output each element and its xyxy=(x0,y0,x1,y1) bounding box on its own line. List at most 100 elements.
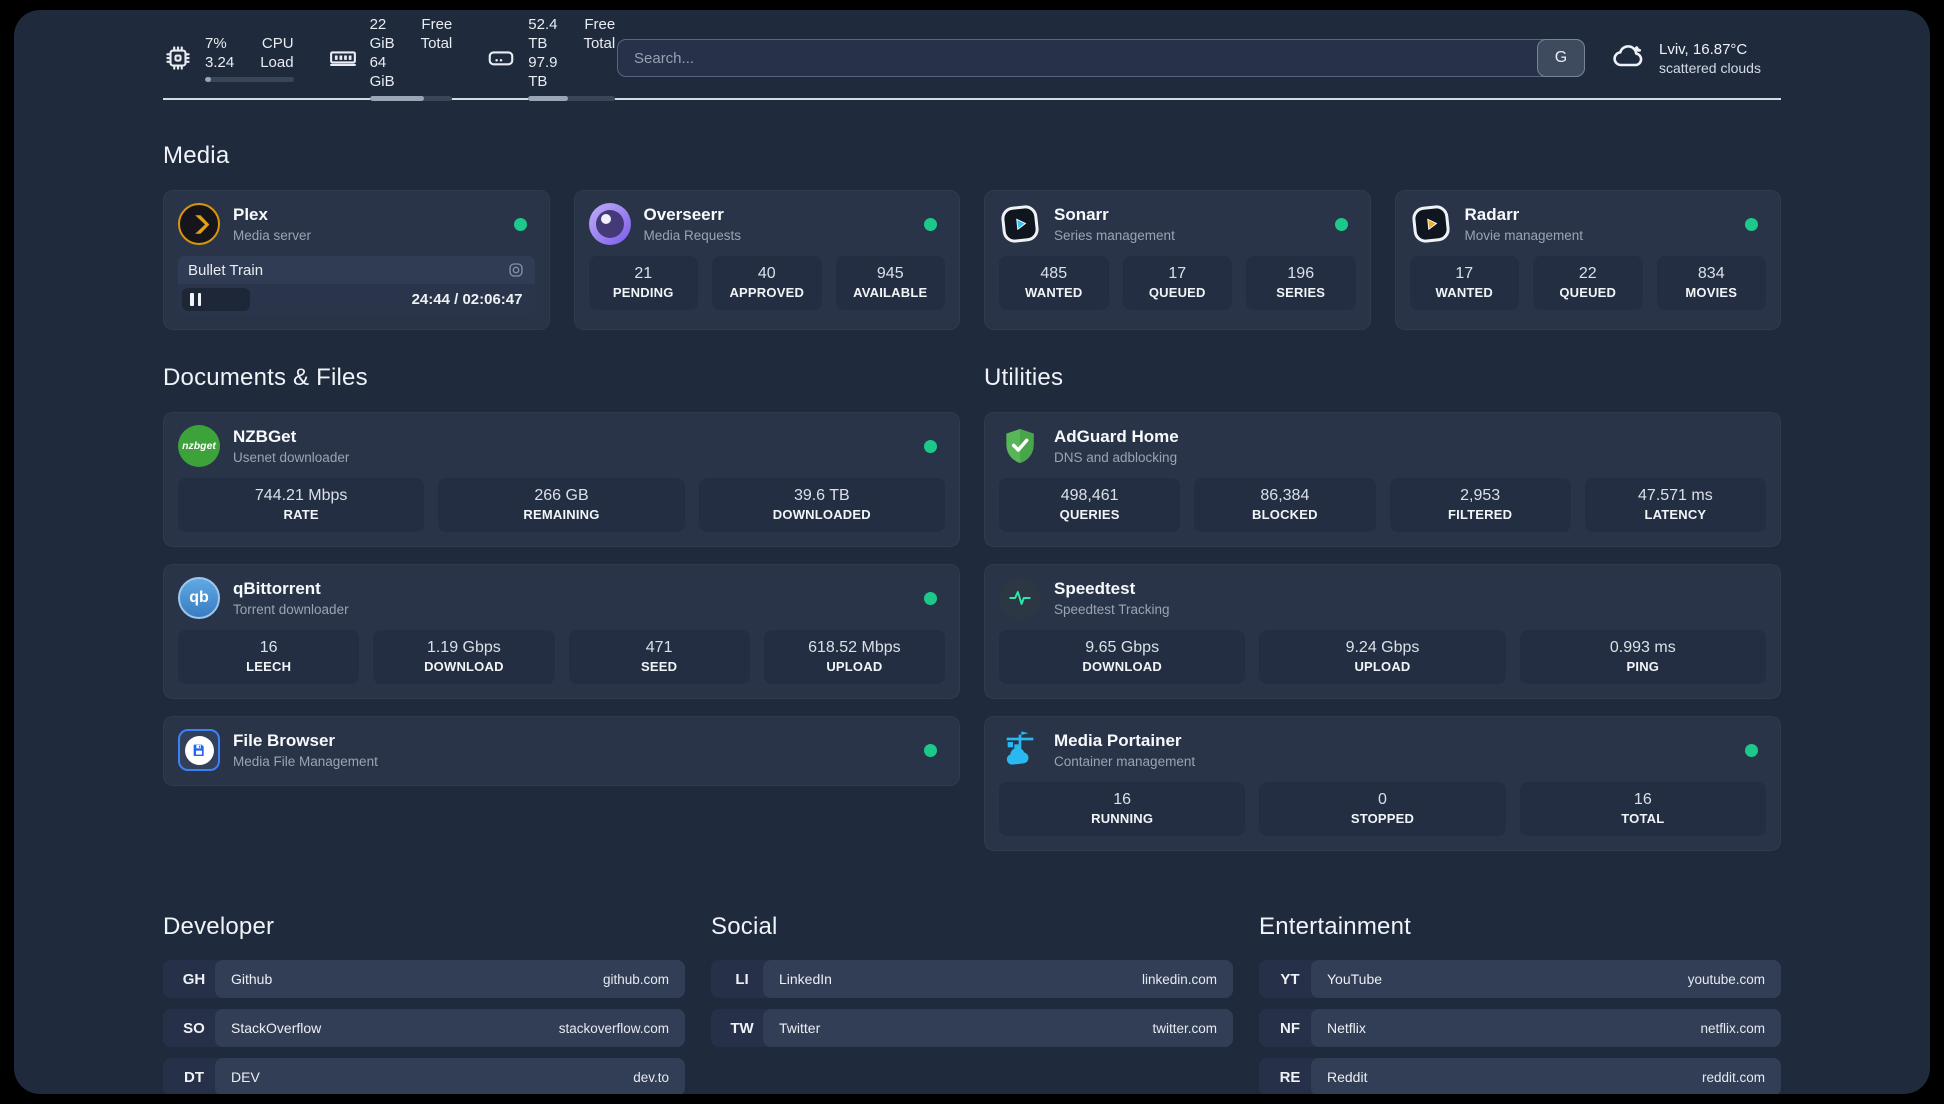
filebrowser-card[interactable]: File Browser Media File Management xyxy=(163,716,960,786)
stat-label: UPLOAD xyxy=(826,659,883,674)
media-section: Media Plex Media server Bullet Train 24:… xyxy=(163,142,1781,330)
speedtest-ping-stat: 0.993 ms PING xyxy=(1519,630,1766,684)
adguard-queries-stat: 498,461 QUERIES xyxy=(999,478,1181,532)
overseerr-card[interactable]: Overseerr Media Requests 21 PENDING 40 A… xyxy=(573,190,960,330)
link-name: Github xyxy=(231,971,273,987)
cpu-usage-value: 7% xyxy=(205,35,227,52)
link-name: StackOverflow xyxy=(231,1020,322,1036)
pause-icon[interactable] xyxy=(190,284,201,315)
qbittorrent-download-stat: 1.19 Gbps DOWNLOAD xyxy=(373,630,555,684)
link-github[interactable]: GH Github github.com xyxy=(163,960,685,998)
radarr-status-indicator xyxy=(1745,217,1758,231)
radarr-movies-stat: 834 MOVIES xyxy=(1656,256,1766,310)
link-stackoverflow[interactable]: SO StackOverflow stackoverflow.com xyxy=(163,1009,685,1047)
portainer-icon xyxy=(999,729,1041,771)
player-settings-icon[interactable] xyxy=(507,261,525,279)
stat-value: 266 GB xyxy=(534,487,589,504)
entertainment-section: Entertainment YT YouTube youtube.com NF … xyxy=(1259,913,1781,1094)
stat-label: WANTED xyxy=(1435,285,1494,300)
stat-value: 47.571 ms xyxy=(1638,487,1713,504)
stat-value: 9.65 Gbps xyxy=(1085,639,1160,656)
portainer-running-stat: 16 RUNNING xyxy=(999,782,1246,836)
nzbget-remaining-stat: 266 GB REMAINING xyxy=(438,478,685,532)
search-input[interactable] xyxy=(617,39,1585,77)
stat-label: LATENCY xyxy=(1644,507,1707,522)
link-reddit[interactable]: RE Reddit reddit.com xyxy=(1259,1058,1781,1094)
radarr-icon xyxy=(1410,203,1452,245)
memory-stat: 22 GiB 64 GiB Free Total xyxy=(328,15,453,101)
stat-label: PENDING xyxy=(612,285,674,300)
adguard-description: DNS and adblocking xyxy=(1054,450,1178,465)
sonarr-card[interactable]: Sonarr Series management 485 WANTED 17 Q… xyxy=(984,190,1371,330)
stat-value: 471 xyxy=(645,639,673,656)
cpu-usage-label: CPU xyxy=(261,35,294,52)
adguard-name: AdGuard Home xyxy=(1054,427,1179,446)
weather-location: Lviv, 16.87°C xyxy=(1659,40,1748,58)
stat-value: 16 xyxy=(1633,791,1652,808)
stat-value: 16 xyxy=(259,639,278,656)
memory-progress-track xyxy=(369,96,453,101)
stat-value: 17 xyxy=(1455,265,1474,282)
plex-name: Plex xyxy=(233,205,268,224)
stat-label: REMAINING xyxy=(523,507,600,522)
filebrowser-name: File Browser xyxy=(233,731,336,750)
media-section-title: Media xyxy=(163,142,230,169)
social-section: Social LI LinkedIn linkedin.com TW Twitt… xyxy=(711,913,1233,1094)
filebrowser-status-indicator xyxy=(924,743,937,757)
radarr-card[interactable]: Radarr Movie management 17 WANTED 22 QUE… xyxy=(1394,190,1781,330)
plex-description: Media server xyxy=(233,228,312,243)
adguard-blocked-stat: 86,384 BLOCKED xyxy=(1194,478,1376,532)
portainer-card[interactable]: Media Portainer Container management 16 … xyxy=(984,716,1781,851)
stat-value: 0 xyxy=(1378,791,1387,808)
stat-value: 945 xyxy=(876,265,904,282)
stat-label: WANTED xyxy=(1024,285,1083,300)
link-name: LinkedIn xyxy=(779,971,832,987)
stat-label: LEECH xyxy=(246,659,292,674)
overseerr-available-stat: 945 AVAILABLE xyxy=(835,256,945,310)
speedtest-name: Speedtest xyxy=(1054,579,1136,598)
overseerr-name: Overseerr xyxy=(643,205,724,224)
link-dev[interactable]: DT DEV dev.to xyxy=(163,1058,685,1094)
stat-label: AVAILABLE xyxy=(853,285,928,300)
plex-icon xyxy=(178,203,220,245)
search-bar: G xyxy=(617,39,1585,77)
stat-label: FILTERED xyxy=(1448,507,1513,522)
memory-total-label: Total xyxy=(420,35,453,52)
stat-label: QUERIES xyxy=(1059,507,1120,522)
stat-label: RATE xyxy=(283,507,319,522)
link-netflix[interactable]: NF Netflix netflix.com xyxy=(1259,1009,1781,1047)
link-linkedin[interactable]: LI LinkedIn linkedin.com xyxy=(711,960,1233,998)
nzbget-card[interactable]: nzbget NZBGet Usenet downloader 744.21 M… xyxy=(163,412,960,547)
stat-label: DOWNLOAD xyxy=(424,659,504,674)
speedtest-download-stat: 9.65 Gbps DOWNLOAD xyxy=(999,630,1246,684)
adguard-filtered-stat: 2,953 FILTERED xyxy=(1389,478,1571,532)
now-playing-title: Bullet Train xyxy=(188,261,264,279)
nzbget-downloaded-stat: 39.6 TB DOWNLOADED xyxy=(698,478,945,532)
link-youtube[interactable]: YT YouTube youtube.com xyxy=(1259,960,1781,998)
stat-value: 39.6 TB xyxy=(793,487,850,504)
speedtest-card[interactable]: Speedtest Speedtest Tracking 9.65 Gbps D… xyxy=(984,564,1781,699)
utilities-section: Utilities AdGuard Home DNS and adblockin… xyxy=(984,364,1781,851)
qbittorrent-card[interactable]: qb qBittorrent Torrent downloader 16 LEE… xyxy=(163,564,960,699)
portainer-total-stat: 16 TOTAL xyxy=(1519,782,1766,836)
filebrowser-description: Media File Management xyxy=(233,754,378,769)
adguard-card[interactable]: AdGuard Home DNS and adblocking 498,461 … xyxy=(984,412,1781,547)
stat-value: 618.52 Mbps xyxy=(808,639,901,656)
radarr-description: Movie management xyxy=(1464,228,1584,243)
dashboard-panel: 7% 3.24 CPU Load 22 GiB 64 GiB Free Tota… xyxy=(14,10,1930,1094)
entertainment-section-title: Entertainment xyxy=(1259,913,1412,940)
stat-value: 9.24 Gbps xyxy=(1345,639,1420,656)
weather-condition: scattered clouds xyxy=(1659,59,1761,76)
plex-card[interactable]: Plex Media server Bullet Train 24:44 / 0… xyxy=(163,190,550,330)
nzbget-status-indicator xyxy=(924,439,937,453)
speedtest-description: Speedtest Tracking xyxy=(1054,602,1170,617)
memory-icon xyxy=(328,43,358,73)
stat-value: 16 xyxy=(1113,791,1132,808)
stat-label: QUEUED xyxy=(1148,285,1206,300)
link-twitter[interactable]: TW Twitter twitter.com xyxy=(711,1009,1233,1047)
overseerr-approved-stat: 40 APPROVED xyxy=(712,256,822,310)
google-search-button[interactable]: G xyxy=(1537,39,1585,77)
stat-label: DOWNLOAD xyxy=(1082,659,1162,674)
radarr-queued-stat: 22 QUEUED xyxy=(1533,256,1643,310)
overseerr-status-indicator xyxy=(924,217,937,231)
